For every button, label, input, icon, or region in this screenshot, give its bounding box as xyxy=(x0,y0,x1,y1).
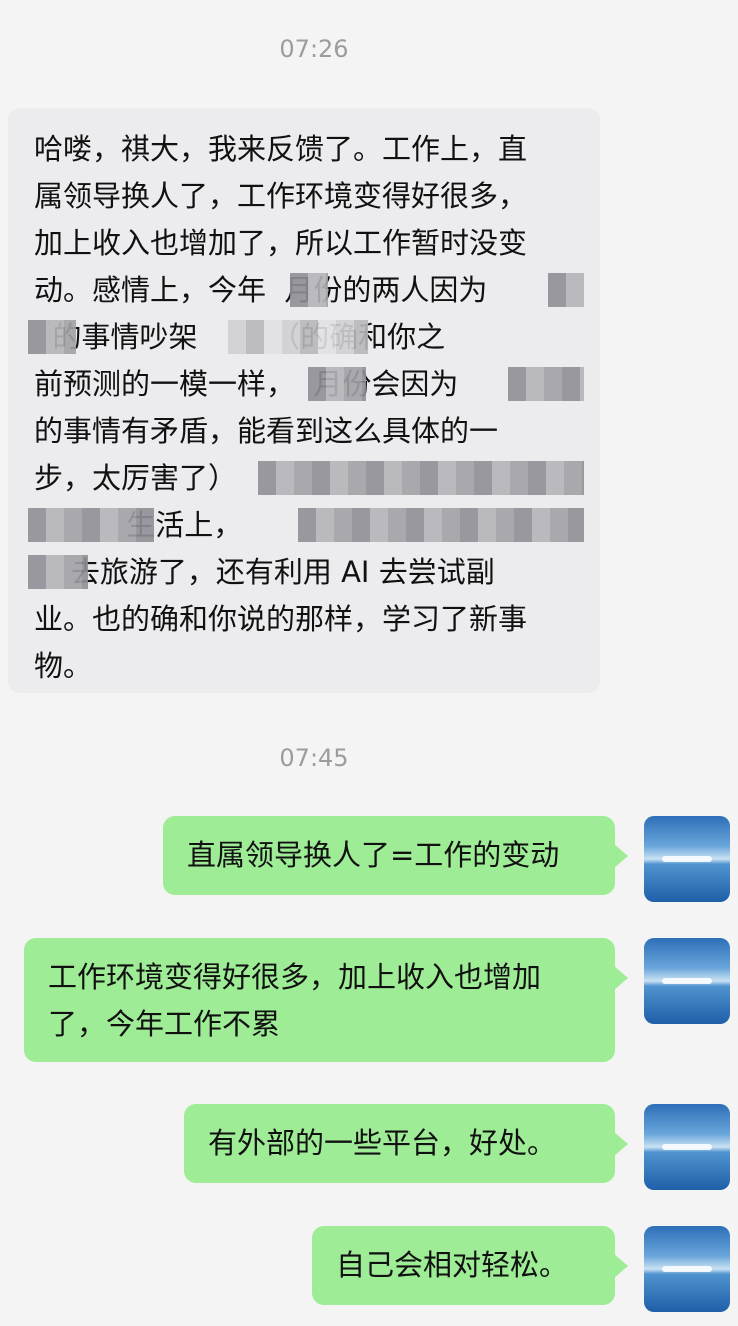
message-line: 前预测的一模一样， 月份会因为 xyxy=(34,367,459,401)
redaction-mosaic xyxy=(548,273,584,307)
message-line: 了，今年工作不累 xyxy=(48,1007,281,1041)
message-line: 加上收入也增加了，所以工作暂时没变 xyxy=(34,226,528,260)
message-line: 业。也的确和你说的那样，学习了新事 xyxy=(34,602,528,636)
outgoing-message-bubble[interactable]: 直属领导换人了=工作的变动 xyxy=(163,816,628,895)
redaction-mosaic xyxy=(28,320,76,354)
timestamp-2: 07:45 xyxy=(279,744,349,772)
outgoing-message-bubble[interactable]: 自己会相对轻松。 xyxy=(312,1226,628,1305)
message-line: 的事情有矛盾，能看到这么具体的一 xyxy=(34,414,499,448)
message-text: 直属领导换人了=工作的变动 xyxy=(187,838,560,872)
message-line: 哈喽，祺大，我来反馈了。工作上，直 xyxy=(34,132,528,166)
message-line: 属领导换人了，工作环境变得好很多， xyxy=(34,179,528,213)
message-line: 工作环境变得好很多，加上收入也增加 xyxy=(48,960,542,994)
redaction-mosaic xyxy=(228,320,368,354)
incoming-message-bubble[interactable]: 哈喽，祺大，我来反馈了。工作上，直 属领导换人了，工作环境变得好很多， 加上收入… xyxy=(8,108,600,693)
message-line: 去旅游了，还有利用 AI 去尝试副 xyxy=(70,555,495,589)
message-text: 有外部的一些平台，好处。 xyxy=(208,1126,557,1160)
redaction-mosaic xyxy=(508,367,584,401)
redaction-mosaic xyxy=(308,367,366,401)
sea-avatar-icon[interactable] xyxy=(644,1226,730,1312)
sea-avatar-icon[interactable] xyxy=(644,1104,730,1190)
redaction-mosaic xyxy=(28,508,154,542)
outgoing-message-bubble[interactable]: 工作环境变得好很多，加上收入也增加 了，今年工作不累 xyxy=(24,938,628,1062)
sea-avatar-icon[interactable] xyxy=(644,938,730,1024)
sea-avatar-icon[interactable] xyxy=(644,816,730,902)
redaction-mosaic xyxy=(258,461,584,495)
chat-window: 07:26 哈喽，祺大，我来反馈了。工作上，直 属领导换人了，工作环境变得好很多… xyxy=(0,0,738,1326)
timestamp-1: 07:26 xyxy=(279,35,349,63)
redaction-mosaic xyxy=(290,273,328,307)
message-line: 物。 xyxy=(34,649,93,683)
outgoing-message-bubble[interactable]: 有外部的一些平台，好处。 xyxy=(184,1104,628,1183)
redaction-mosaic xyxy=(298,508,584,542)
message-text: 自己会相对轻松。 xyxy=(336,1248,569,1282)
redaction-mosaic xyxy=(28,555,88,589)
